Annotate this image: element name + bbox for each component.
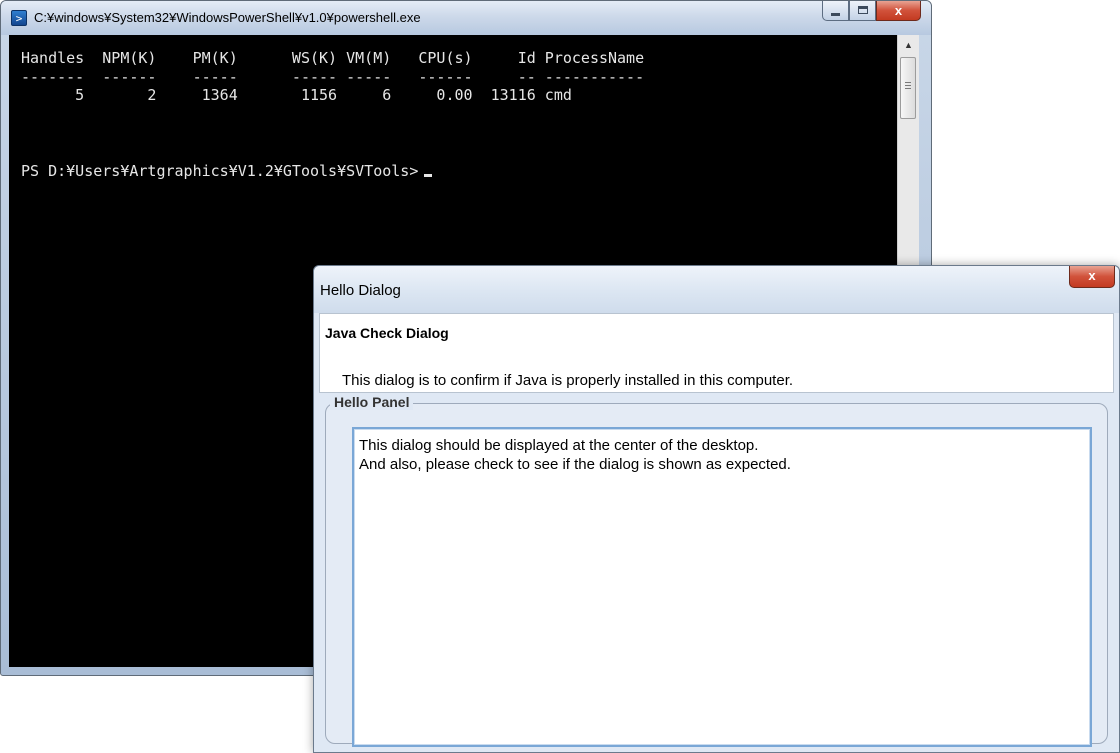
panel-title: Hello Panel	[330, 394, 414, 410]
scrollbar-thumb[interactable]	[900, 57, 916, 119]
powershell-icon: >	[11, 10, 27, 26]
dialog-header-panel: Java Check Dialog This dialog is to conf…	[319, 313, 1114, 393]
console-header-line: Handles NPM(K) PM(K) WS(K) VM(M) CPU(s) …	[21, 49, 645, 67]
dialog-body: Hello Panel This dialog should be displa…	[319, 393, 1114, 752]
close-icon: x	[1088, 268, 1096, 283]
close-button[interactable]: x	[876, 1, 921, 21]
header-title: Java Check Dialog	[325, 325, 449, 341]
minimize-button[interactable]	[822, 1, 849, 21]
header-description: This dialog is to confirm if Java is pro…	[342, 372, 794, 389]
console-prompt-line: PS D:¥Users¥Artgraphics¥V1.2¥GTools¥SVTo…	[21, 162, 433, 180]
dialog-titlebar[interactable]: Hello Dialog x	[314, 266, 1119, 313]
window-controls: x	[822, 1, 921, 22]
hello-dialog[interactable]: Hello Dialog x Java Check Dialog This di…	[313, 265, 1120, 753]
dialog-title: Hello Dialog	[320, 282, 401, 299]
scroll-up-arrow-icon[interactable]: ▲	[898, 35, 919, 55]
message-line-1: This dialog should be displayed at the c…	[359, 437, 759, 454]
powershell-titlebar[interactable]: > C:¥windows¥System32¥WindowsPowerShell¥…	[1, 1, 931, 35]
message-text-area[interactable]: This dialog should be displayed at the c…	[352, 427, 1092, 747]
minimize-icon	[831, 13, 840, 16]
close-icon: x	[894, 3, 903, 18]
maximize-icon	[858, 6, 868, 14]
console-process-row: 5 2 1364 1156 6 0.00 13116 cmd	[21, 86, 572, 104]
powershell-window-title: C:¥windows¥System32¥WindowsPowerShell¥v1…	[34, 10, 421, 25]
text-cursor	[424, 174, 433, 177]
message-line-2: And also, please check to see if the dia…	[359, 456, 791, 473]
dialog-close-button[interactable]: x	[1069, 266, 1115, 288]
console-rule-line: ------- ------ ----- ----- ----- ------ …	[21, 68, 645, 86]
grip-icon	[905, 85, 911, 86]
maximize-button[interactable]	[849, 1, 876, 21]
console-prompt: PS D:¥Users¥Artgraphics¥V1.2¥GTools¥SVTo…	[21, 162, 419, 180]
